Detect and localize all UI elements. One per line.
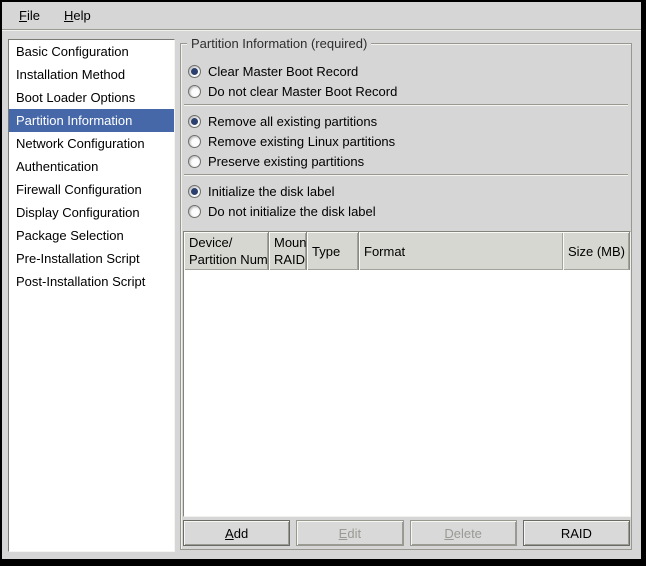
section-list-item-label: Installation Method (16, 67, 125, 82)
raid-button[interactable]: RAID (523, 520, 630, 546)
radio-button-icon (188, 205, 201, 218)
radio-option[interactable]: Do not clear Master Boot Record (188, 81, 629, 101)
menu-help-label: elp (73, 8, 90, 23)
column-header[interactable]: Size (MB) (563, 232, 630, 270)
radio-option[interactable]: Remove existing Linux partitions (188, 131, 629, 151)
radio-option-label: Do not clear Master Boot Record (208, 84, 397, 99)
menu-file-label: ile (27, 8, 40, 23)
menu-help[interactable]: Help (53, 4, 102, 27)
column-header[interactable]: Format (359, 232, 563, 270)
column-header-line2: RAID (274, 251, 302, 268)
kickstart-window: File Help Basic Configuration Installati… (0, 0, 646, 566)
radio-option-label: Remove existing Linux partitions (208, 134, 395, 149)
partition-table-header: Device/ Partition Number Mount Point/ RA… (184, 232, 630, 270)
edit-button: Edit (296, 520, 403, 546)
menu-help-hotkey: H (64, 8, 73, 23)
menu-file[interactable]: File (8, 4, 51, 27)
section-list-item[interactable]: Pre-Installation Script (9, 247, 174, 270)
add-button-hotkey: A (225, 526, 234, 541)
separator (184, 104, 628, 105)
section-list-item[interactable]: Display Configuration (9, 201, 174, 224)
partition-table: Device/ Partition Number Mount Point/ RA… (183, 231, 631, 517)
delete-button: Delete (410, 520, 517, 546)
separator (184, 174, 628, 175)
radio-button-icon (188, 115, 201, 128)
radio-option-label: Initialize the disk label (208, 184, 334, 199)
radio-option[interactable]: Preserve existing partitions (188, 151, 629, 171)
section-list-item[interactable]: Partition Information (9, 109, 174, 132)
section-list-item-label: Post-Installation Script (16, 274, 145, 289)
radio-option-label: Do not initialize the disk label (208, 204, 376, 219)
section-list: Basic Configuration Installation Method … (8, 39, 175, 552)
section-list-item-label: Boot Loader Options (16, 90, 135, 105)
raid-button-label: RAID (561, 526, 592, 541)
column-header[interactable]: Mount Point/ RAID (269, 232, 307, 270)
mbr-radio-group: Clear Master Boot Record Do not clear Ma… (183, 61, 629, 101)
column-header[interactable]: Device/ Partition Number (184, 232, 269, 270)
radio-option[interactable]: Initialize the disk label (188, 181, 629, 201)
radio-option[interactable]: Remove all existing partitions (188, 111, 629, 131)
section-list-item[interactable]: Network Configuration (9, 132, 174, 155)
radio-button-icon (188, 135, 201, 148)
partition-info-frame: Partition Information (required) Clear M… (180, 43, 632, 550)
radio-option[interactable]: Do not initialize the disk label (188, 201, 629, 221)
radio-button-icon (188, 85, 201, 98)
radio-option[interactable]: Clear Master Boot Record (188, 61, 629, 81)
frame-content: Clear Master Boot Record Do not clear Ma… (181, 44, 631, 549)
section-list-item[interactable]: Basic Configuration (9, 40, 174, 63)
section-list-item-label: Pre-Installation Script (16, 251, 140, 266)
edit-button-label: dit (347, 526, 361, 541)
section-list-item[interactable]: Package Selection (9, 224, 174, 247)
add-button-label: dd (234, 526, 248, 541)
section-list-item[interactable]: Post-Installation Script (9, 270, 174, 293)
section-list-item[interactable]: Installation Method (9, 63, 174, 86)
partitions-radio-group: Remove all existing partitions Remove ex… (183, 111, 629, 171)
section-list-item-label: Authentication (16, 159, 98, 174)
radio-option-label: Preserve existing partitions (208, 154, 364, 169)
radio-option-label: Remove all existing partitions (208, 114, 377, 129)
section-list-item-label: Display Configuration (16, 205, 140, 220)
window-body: File Help Basic Configuration Installati… (2, 2, 641, 559)
column-header-line1: Format (364, 243, 559, 260)
radio-option-label: Clear Master Boot Record (208, 64, 358, 79)
partition-actions: Add Edit Delete RAID (183, 520, 630, 546)
section-list-item-label: Firewall Configuration (16, 182, 142, 197)
menu-file-hotkey: F (19, 8, 27, 23)
add-button[interactable]: Add (183, 520, 290, 546)
partition-table-body (184, 270, 630, 516)
section-list-item[interactable]: Firewall Configuration (9, 178, 174, 201)
section-list-item-label: Basic Configuration (16, 44, 129, 59)
column-header-line1: Device/ (189, 234, 264, 251)
column-header[interactable]: Type (307, 232, 359, 270)
column-header-line2: Partition Number (189, 251, 264, 268)
section-list-item-label: Partition Information (16, 113, 132, 128)
column-header-line1: Type (312, 243, 354, 260)
section-list-item[interactable]: Authentication (9, 155, 174, 178)
section-list-item-label: Package Selection (16, 228, 124, 243)
radio-button-icon (188, 155, 201, 168)
delete-button-hotkey: D (444, 526, 453, 541)
radio-button-icon (188, 185, 201, 198)
section-list-item[interactable]: Boot Loader Options (9, 86, 174, 109)
disklabel-radio-group: Initialize the disk label Do not initial… (183, 181, 629, 221)
column-header-line1: Size (MB) (568, 243, 625, 260)
menu-bar: File Help (2, 2, 641, 30)
radio-button-icon (188, 65, 201, 78)
column-header-line1: Mount Point/ (274, 234, 302, 251)
delete-button-label: elete (454, 526, 482, 541)
section-list-item-label: Network Configuration (16, 136, 145, 151)
